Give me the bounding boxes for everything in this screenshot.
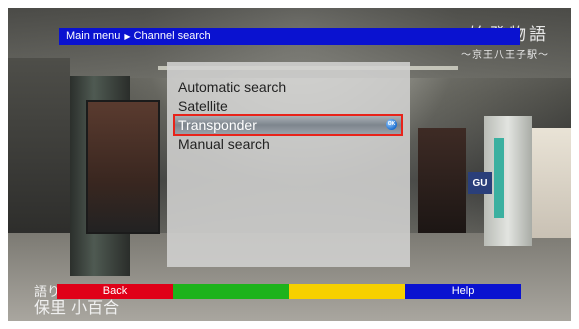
background-poster (86, 100, 160, 234)
background-pillar-band (494, 138, 504, 218)
red-back-button[interactable]: Back (57, 284, 173, 299)
breadcrumb-current: Channel search (133, 30, 211, 42)
breadcrumb-separator-icon: ▶ (124, 32, 131, 41)
ok-button-icon: OK (386, 119, 397, 130)
background-shop (418, 128, 466, 233)
function-key-bar: Back Help (57, 284, 521, 299)
background-shop (532, 128, 571, 238)
menu-item-transponder[interactable]: Transponder OK (173, 114, 403, 136)
breadcrumb: Main menu ▶ Channel search (59, 28, 520, 45)
menu-item-manual-search[interactable]: Manual search (175, 135, 401, 154)
blue-help-button[interactable]: Help (405, 284, 521, 299)
green-button[interactable] (173, 284, 289, 299)
yellow-button[interactable] (289, 284, 405, 299)
breadcrumb-root[interactable]: Main menu (66, 28, 120, 45)
background-sign: GU (468, 172, 492, 194)
program-subtitle: 〜京王八王子駅〜 (461, 50, 549, 61)
channel-search-menu: Automatic search Satellite Transponder O… (167, 62, 410, 267)
narrator-caption-line2: 保里 小百合 (34, 298, 120, 317)
menu-item-automatic-search[interactable]: Automatic search (175, 78, 401, 97)
background-wall (8, 58, 70, 248)
menu-item-label: Transponder (178, 117, 257, 133)
